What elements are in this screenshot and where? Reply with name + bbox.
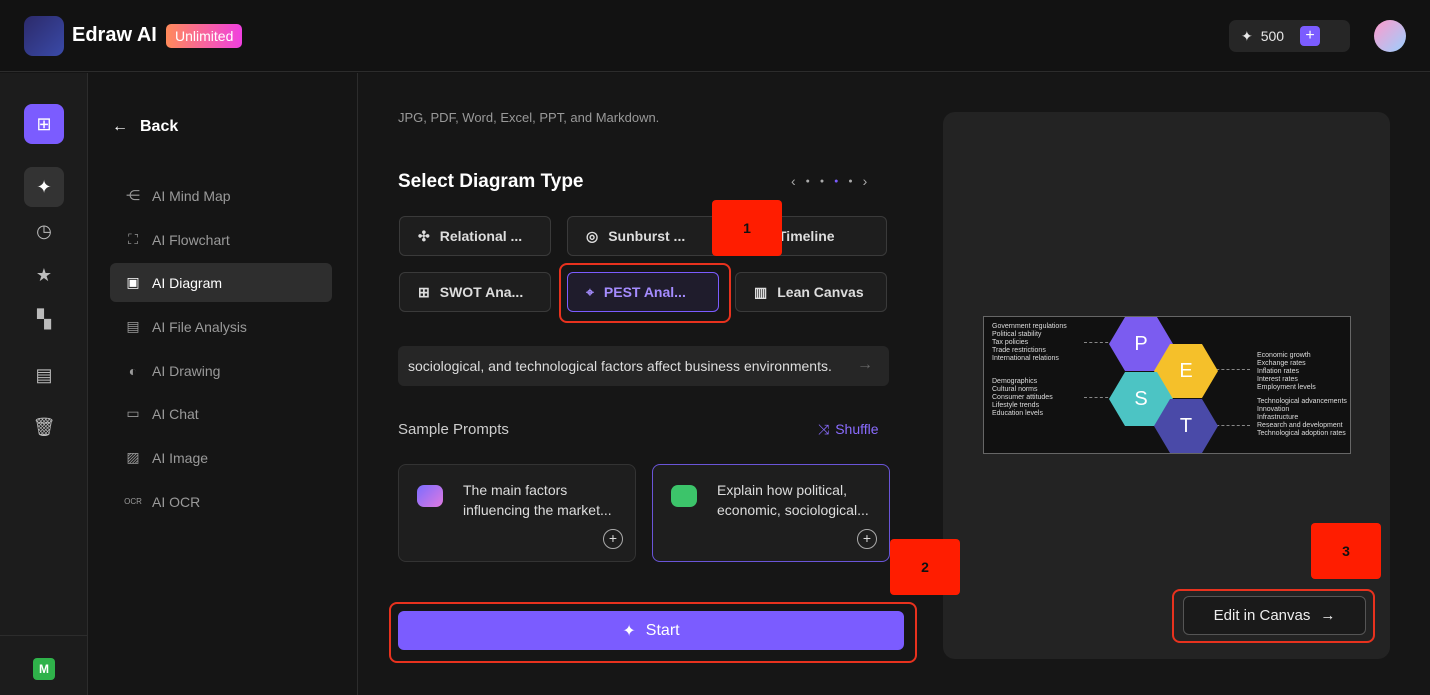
page-dot[interactable]: ●: [820, 178, 824, 185]
credits-count: 500: [1260, 28, 1285, 44]
chevron-right-icon[interactable]: ›: [863, 173, 868, 189]
icon-rail: ⊞ ✦ ◷ ★ ▚ ▤ 🗑 M: [0, 73, 88, 695]
pest-p-items: Government regulations Political stabilit…: [992, 323, 1067, 362]
section-title: Select Diagram Type: [398, 171, 584, 192]
diagram-type-swot[interactable]: ⊞ SWOT Ana...: [399, 272, 551, 312]
palette-icon: ◐: [128, 362, 138, 379]
diagram-type-lean-canvas[interactable]: ▥ Lean Canvas: [735, 272, 887, 312]
swot-icon: ⊞: [418, 283, 430, 300]
sample-prompt-card[interactable]: Explain how political, economic, sociolo…: [652, 464, 890, 562]
sample-prompt-card[interactable]: The main factors influencing the market.…: [398, 464, 636, 562]
new-button[interactable]: ⊞: [24, 104, 64, 144]
pest-diagram-preview: Government regulations Political stabilit…: [983, 316, 1351, 454]
sample-prompts-label: Sample Prompts: [398, 421, 509, 438]
top-bar: Edraw AI Unlimited ✦ 500 +: [0, 0, 1430, 72]
annotation-label-3: 3: [1311, 523, 1381, 579]
recent-clock-icon[interactable]: ◷: [24, 211, 64, 251]
plan-badge[interactable]: Unlimited: [166, 24, 243, 48]
lean-canvas-icon: ▥: [754, 283, 768, 300]
sidebar-item-diagram[interactable]: ▣ AI Diagram: [110, 263, 332, 302]
prompt-bubble-icon: [671, 485, 697, 507]
annotation-label-1: 1: [712, 200, 782, 256]
annotation-box-2: [389, 602, 917, 663]
flowchart-icon: ⛶: [128, 231, 138, 247]
folder-icon[interactable]: ▤: [24, 355, 64, 395]
workspace-avatar[interactable]: M: [33, 658, 55, 680]
sidebar: ← Back ⋲ AI Mind Map ⛶ AI Flowchart ▣ AI Dia…: [88, 73, 358, 695]
sidebar-item-flowchart[interactable]: ⛶ AI Flowchart: [110, 220, 332, 259]
shuffle-button[interactable]: ⤨ Shuffle: [818, 421, 879, 438]
sidebar-item-chat[interactable]: ▭ AI Chat: [110, 394, 332, 433]
diagram-type-pager[interactable]: ‹ ● ● ● ● ›: [791, 173, 867, 189]
app-name: Edraw AI: [72, 24, 157, 46]
sunburst-icon: ◎: [586, 227, 599, 244]
mind-map-icon: ⋲: [126, 187, 140, 203]
credits-widget[interactable]: ✦ 500 +: [1229, 20, 1350, 52]
page-dot[interactable]: ●: [806, 178, 810, 185]
pest-s-items: Demographics Cultural norms Consumer attit…: [992, 378, 1053, 417]
back-button[interactable]: ← Back: [112, 118, 178, 136]
sparkle-icon: ✦: [1241, 27, 1253, 44]
chevron-left-icon[interactable]: ‹: [791, 173, 796, 189]
annotation-box-1: [559, 263, 731, 323]
prompt-bubble-icon: [417, 485, 443, 507]
prompt-input[interactable]: sociological, and technological factors …: [398, 346, 889, 386]
ai-sparkle-icon[interactable]: ✦: [24, 167, 64, 207]
file-analysis-icon: ▤: [126, 318, 140, 334]
pest-e-items: Economic growth Exchange rates Inflation r…: [1257, 352, 1316, 391]
diagram-type-relational[interactable]: ✣ Relational ...: [399, 216, 551, 256]
image-icon: ▨: [126, 449, 140, 465]
diagram-type-sunburst[interactable]: ◎ Sunburst ...: [567, 216, 719, 256]
add-credits-button[interactable]: +: [1300, 26, 1321, 46]
diagram-icon: ▣: [126, 274, 140, 290]
annotation-box-3: [1172, 589, 1375, 643]
shuffle-icon: ⤨: [818, 421, 830, 437]
sidebar-item-image[interactable]: ▨ AI Image: [110, 438, 332, 477]
page-dot[interactable]: ●: [848, 178, 852, 185]
sidebar-item-ocr[interactable]: OCR AI OCR: [110, 482, 332, 521]
annotation-label-2: 2: [890, 539, 960, 595]
ocr-icon: OCR: [124, 497, 142, 506]
sidebar-item-file-analysis[interactable]: ▤ AI File Analysis: [110, 307, 332, 346]
arrow-left-icon: ←: [112, 118, 128, 135]
star-icon[interactable]: ★: [24, 255, 64, 295]
file-types-text: JPG, PDF, Word, Excel, PPT, and Markdown…: [398, 110, 660, 125]
sidebar-item-mind-map[interactable]: ⋲ AI Mind Map: [110, 176, 332, 215]
trash-icon[interactable]: 🗑: [24, 407, 64, 447]
templates-icon[interactable]: ▚: [24, 299, 64, 339]
pest-t-items: Technological advancements Innovation Infr…: [1257, 398, 1347, 437]
sidebar-item-drawing[interactable]: ◐ AI Drawing: [110, 351, 332, 390]
user-avatar[interactable]: [1374, 20, 1406, 52]
add-prompt-button[interactable]: +: [857, 529, 877, 549]
relational-icon: ✣: [418, 227, 430, 244]
page-dot-active[interactable]: ●: [834, 178, 838, 185]
edraw-logo[interactable]: [24, 16, 64, 56]
add-prompt-button[interactable]: +: [603, 529, 623, 549]
send-arrow-icon[interactable]: →: [857, 356, 873, 374]
chat-icon: ▭: [126, 405, 140, 421]
